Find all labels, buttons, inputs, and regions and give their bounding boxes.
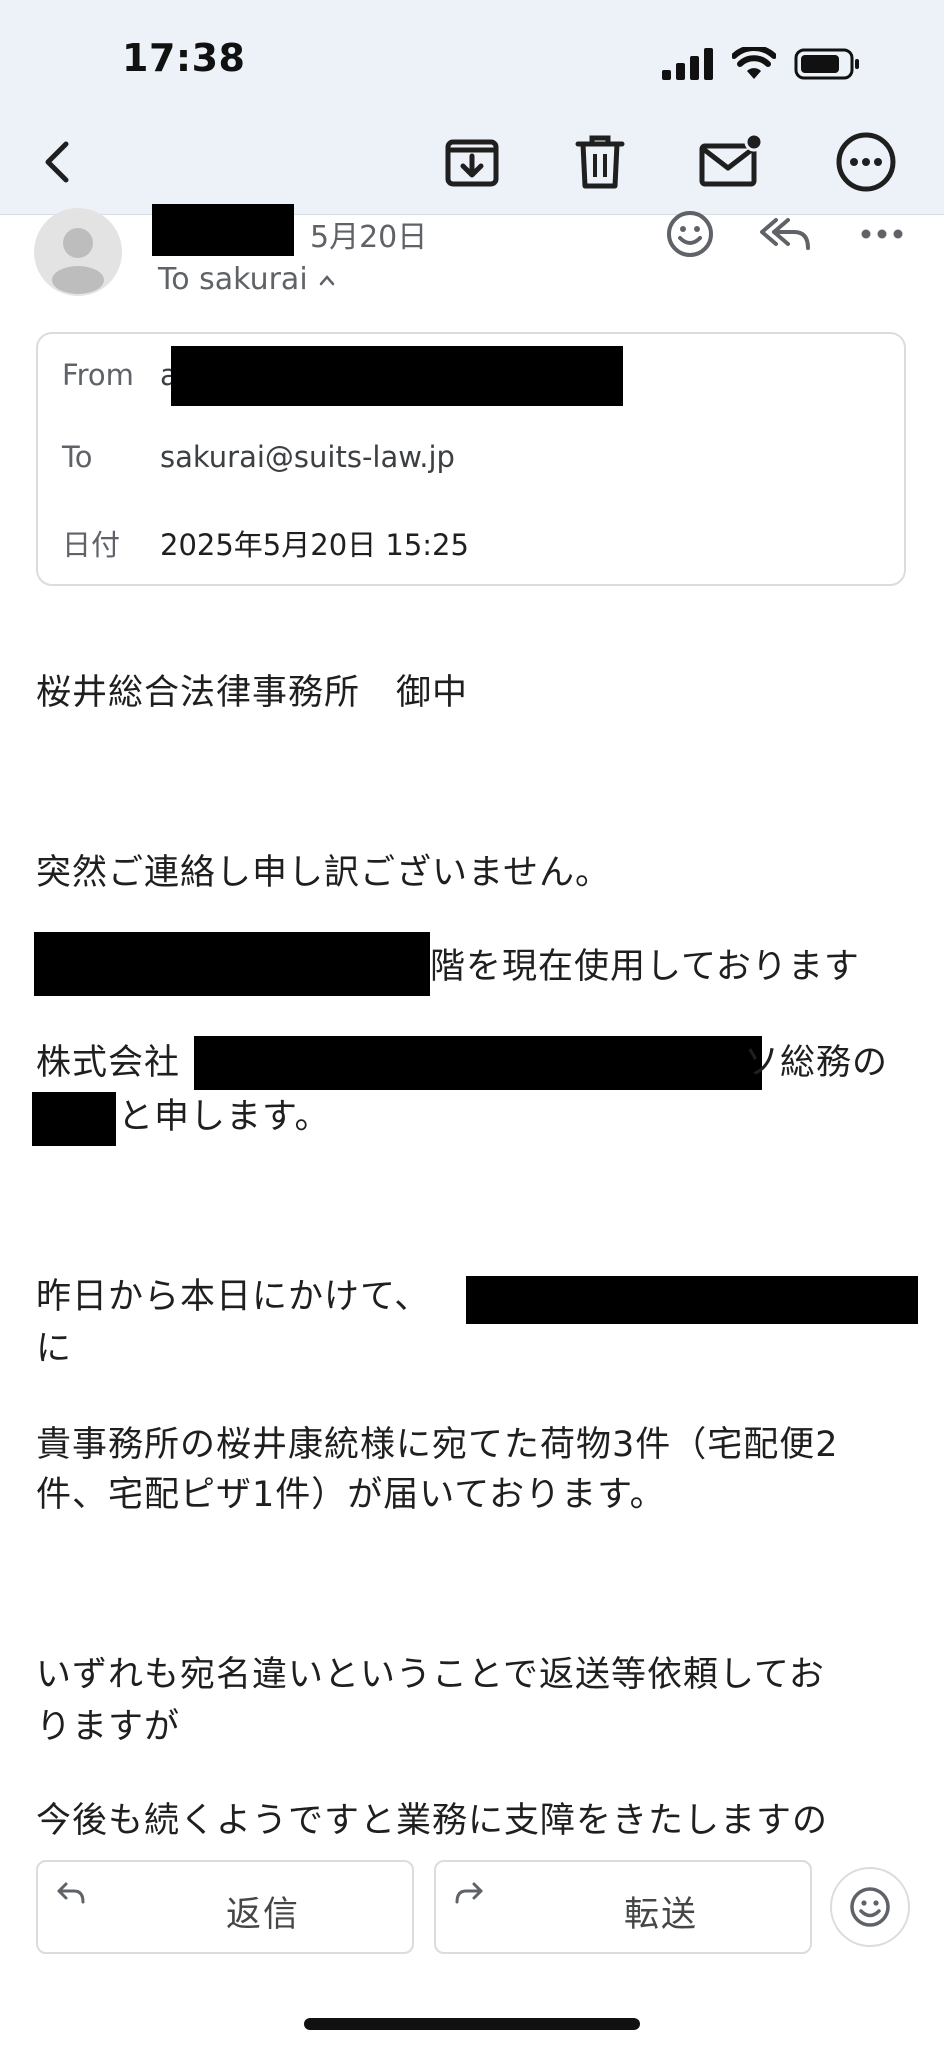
redacted-building <box>34 932 430 996</box>
recipient-summary: To sakurai <box>158 262 308 297</box>
date-value: 2025年5月20日 15:25 <box>160 528 469 562</box>
body-line-return-2: りますが <box>36 1707 181 1747</box>
battery-icon <box>794 48 859 80</box>
redacted-company <box>194 1036 762 1090</box>
body-line-packages-1: 貴事務所の桜井康統様に宛てた荷物3件（宅配便2 <box>36 1425 839 1465</box>
body-line-future: 今後も続くようですと業務に支障をきたしますの <box>36 1801 829 1841</box>
message-more-button[interactable] <box>852 204 912 264</box>
body-line-name: と申します。 <box>118 1097 331 1137</box>
more-horizontal-icon <box>861 229 903 239</box>
status-icons <box>662 44 860 84</box>
body-line-company-suffix: ソ総務の <box>744 1043 889 1083</box>
reply-button[interactable]: 返信 <box>36 1860 414 1954</box>
body-line-since-yesterday: 昨日から本日にかけて、 <box>36 1277 431 1317</box>
delete-button[interactable] <box>564 126 636 198</box>
back-button[interactable] <box>22 126 94 198</box>
recipient-toggle[interactable]: To sakurai <box>158 262 336 297</box>
chevron-up-icon <box>319 274 334 285</box>
forward-button[interactable]: 転送 <box>434 1860 812 1954</box>
person-icon <box>52 228 104 294</box>
redacted-sender-name <box>152 204 294 256</box>
reply-all-button[interactable] <box>756 204 816 264</box>
body-line-company-prefix: 株式会社 <box>36 1043 181 1083</box>
body-line-apology: 突然ご連絡し申し訳ございません。 <box>36 853 611 893</box>
smiley-icon <box>667 211 713 257</box>
mark-unread-button[interactable] <box>694 126 766 198</box>
cellular-signal-icon <box>662 48 713 80</box>
body-line-return-1: いずれも宛名違いということで返送等依頼してお <box>36 1655 825 1695</box>
archive-icon <box>445 139 499 187</box>
forward-arrow-icon <box>455 1882 483 1904</box>
avatar[interactable] <box>34 208 122 296</box>
message-date: 5月20日 <box>310 220 428 255</box>
emoji-reaction-button[interactable] <box>660 204 720 264</box>
wifi-icon <box>732 47 776 79</box>
to-value[interactable]: sakurai@suits-law.jp <box>160 440 455 474</box>
chevron-left-icon <box>45 141 69 183</box>
more-circle-icon <box>836 132 896 192</box>
body-line-ni: に <box>36 1329 73 1369</box>
email-view: 17:38 5月20日 To sakurai From a To sakurai… <box>0 0 944 2048</box>
top-toolbar: 17:38 <box>0 0 944 215</box>
emoji-reply-button[interactable] <box>830 1867 910 1947</box>
status-time: 17:38 <box>122 36 246 80</box>
reply-label: 返信 <box>226 1895 301 1935</box>
date-label: 日付 <box>62 528 121 562</box>
redacted-person-name <box>32 1092 116 1146</box>
archive-button[interactable] <box>436 126 508 198</box>
home-indicator[interactable] <box>304 2018 640 2030</box>
body-line-packages-2: 件、宅配ピザ1件）が届いております。 <box>36 1475 666 1515</box>
redacted-from-address <box>171 346 623 406</box>
smiley-icon <box>850 1887 890 1927</box>
reply-arrow-icon <box>57 1882 85 1904</box>
forward-label: 転送 <box>624 1895 699 1935</box>
reply-all-icon <box>760 218 810 250</box>
message-details-card: From a To sakurai@suits-law.jp 日付 2025年5… <box>36 332 906 586</box>
to-label: To <box>62 440 93 474</box>
redacted-location <box>466 1276 918 1324</box>
body-line-floor: 階を現在使用しております <box>430 947 860 987</box>
from-label: From <box>62 358 134 392</box>
mail-unread-icon <box>699 132 762 187</box>
trash-icon <box>575 135 625 189</box>
body-line-greeting: 桜井総合法律事務所 御中 <box>36 673 469 713</box>
more-options-button[interactable] <box>830 126 902 198</box>
